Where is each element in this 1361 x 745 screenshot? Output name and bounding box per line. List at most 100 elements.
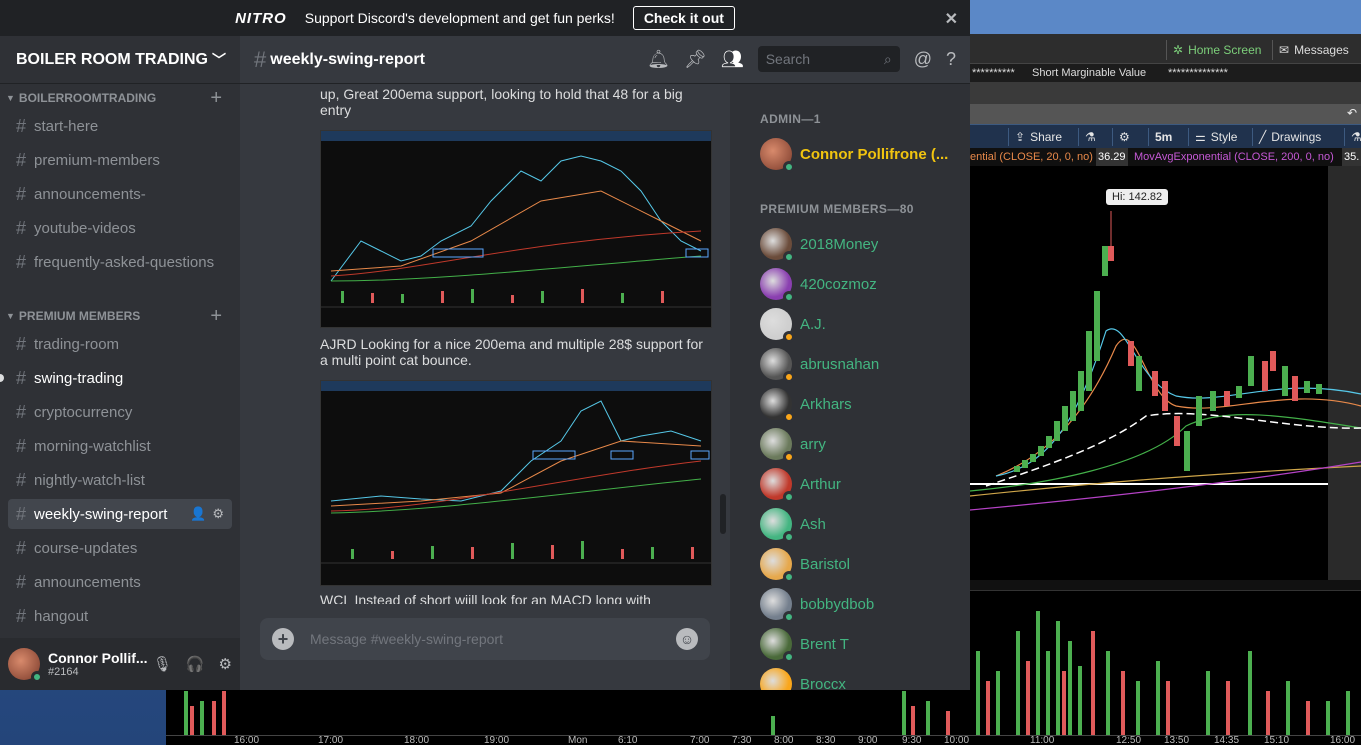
member-item[interactable]: Arkhars bbox=[760, 384, 960, 424]
channel-title: weekly-swing-report bbox=[270, 50, 425, 68]
channel-label: announcements- bbox=[34, 185, 146, 203]
share-button[interactable]: ⇪ Share bbox=[1008, 128, 1068, 146]
time-tick: Mon bbox=[568, 735, 588, 745]
channel-header: # weekly-swing-report 🔔︎ 📌︎ 👥︎ Search ⌕ … bbox=[240, 36, 970, 84]
user-info[interactable]: Connor Pollif... #2164 bbox=[48, 650, 148, 678]
member-item[interactable]: Baristol bbox=[760, 544, 960, 584]
member-name: 420cozmoz bbox=[800, 275, 877, 293]
channel-trading-room[interactable]: # trading-room bbox=[8, 329, 232, 359]
member-item[interactable]: Connor Pollifrone (... bbox=[760, 134, 960, 174]
flask-button-2[interactable]: ⚗ bbox=[1344, 128, 1361, 146]
nitro-banner: NITRO Support Discord's development and … bbox=[0, 0, 970, 36]
channel-announcements-[interactable]: # announcements- bbox=[8, 179, 232, 209]
status-icon bbox=[783, 411, 795, 423]
desktop: { "nitro": {"logo": "NITRO", "text": "Su… bbox=[0, 0, 1361, 745]
style-button[interactable]: ⚌ Style bbox=[1188, 128, 1243, 146]
close-icon[interactable]: ✕ bbox=[945, 9, 958, 29]
channel-morning-watchlist[interactable]: # morning-watchlist bbox=[8, 431, 232, 461]
channel-youtube-videos[interactable]: # youtube-videos bbox=[8, 213, 232, 243]
status-icon bbox=[783, 491, 795, 503]
add-channel-icon[interactable]: + bbox=[210, 306, 222, 326]
mention-icon[interactable]: @ bbox=[914, 49, 932, 70]
style-icon: ⚌ bbox=[1195, 130, 1206, 144]
chart-screenshot-attachment[interactable] bbox=[320, 380, 712, 586]
undo-icon[interactable]: ↶ bbox=[1347, 106, 1357, 120]
member-item[interactable]: bobbydbob bbox=[760, 584, 960, 624]
bell-icon[interactable]: 🔔︎ bbox=[647, 49, 670, 70]
gear-icon[interactable]: ⚙ bbox=[212, 506, 224, 522]
member-item[interactable]: Brent T bbox=[760, 624, 960, 664]
member-item[interactable]: 2018Money bbox=[760, 224, 960, 264]
emoji-icon[interactable]: ☺ bbox=[676, 628, 698, 650]
hash-icon: # bbox=[16, 251, 27, 272]
member-category-admin: ADMIN—1 bbox=[760, 112, 821, 126]
scrollbar-thumb[interactable] bbox=[720, 494, 726, 534]
account-value-masked: ********** bbox=[972, 67, 1015, 79]
flask-icon: ⚗ bbox=[1351, 130, 1361, 144]
mute-microphone-icon[interactable]: 🎙 bbox=[153, 655, 172, 673]
channel-nightly-watch-list[interactable]: # nightly-watch-list bbox=[8, 465, 232, 495]
member-item[interactable]: Ash bbox=[760, 504, 960, 544]
status-icon bbox=[783, 651, 795, 663]
time-tick: 10:00 bbox=[944, 735, 970, 745]
category-label: PREMIUM MEMBERS bbox=[18, 309, 141, 323]
member-item[interactable]: abrusnahan bbox=[760, 344, 960, 384]
category-boilerroomtrading[interactable]: ▼ BOILERROOMTRADING + bbox=[6, 88, 234, 108]
message-input[interactable] bbox=[310, 631, 676, 647]
upload-plus-icon[interactable]: + bbox=[272, 628, 294, 650]
time-tick: 16:00 bbox=[234, 735, 260, 745]
member-item[interactable]: A.J. bbox=[760, 304, 960, 344]
gear-icon: ⚙ bbox=[1119, 130, 1130, 144]
channel-announcements[interactable]: # announcements bbox=[8, 567, 232, 597]
time-tick: 17:00 bbox=[318, 735, 344, 745]
headphones-icon[interactable]: 🎧 bbox=[186, 655, 205, 673]
channel-swing-trading[interactable]: # swing-trading bbox=[0, 363, 232, 393]
members-icon[interactable]: 👥︎ bbox=[721, 49, 744, 70]
time-tick: 14:35 bbox=[1214, 735, 1240, 745]
channel-weekly-swing-report[interactable]: # weekly-swing-report 👤 ⚙ bbox=[8, 499, 232, 529]
drawings-button[interactable]: ╱ Drawings bbox=[1252, 128, 1327, 146]
channel-premium-members[interactable]: # premium-members bbox=[8, 145, 232, 175]
flask-button[interactable]: ⚗ bbox=[1078, 128, 1102, 146]
hash-icon: # bbox=[16, 217, 27, 238]
channel-frequently-asked-questions[interactable]: # frequently-asked-questions bbox=[8, 247, 232, 277]
channel-hangout[interactable]: # hangout bbox=[8, 601, 232, 631]
search-input[interactable]: Search ⌕ bbox=[757, 46, 900, 72]
check-it-out-button[interactable]: Check it out bbox=[632, 6, 735, 30]
member-item[interactable]: Broccx bbox=[760, 664, 960, 690]
server-header[interactable]: BOILER ROOM TRADING ﹀ bbox=[0, 36, 240, 84]
member-item[interactable]: arry bbox=[760, 424, 960, 464]
high-price-label: Hi: 142.82 bbox=[1106, 189, 1169, 205]
settings-button[interactable]: ⚙ bbox=[1112, 128, 1136, 146]
pin-icon[interactable]: 📌︎ bbox=[684, 49, 707, 70]
message-composer: + ☺ bbox=[260, 618, 710, 660]
add-channel-icon[interactable]: + bbox=[210, 88, 222, 108]
member-category-premium: PREMIUM MEMBERS—80 bbox=[760, 202, 914, 216]
chart-screenshot-attachment[interactable] bbox=[320, 130, 712, 328]
lock-hash-icon: # bbox=[16, 435, 27, 456]
channel-start-here[interactable]: # start-here bbox=[8, 111, 232, 141]
member-item[interactable]: 420cozmoz bbox=[760, 264, 960, 304]
interval-select[interactable]: 5m bbox=[1148, 128, 1178, 146]
channel-label: premium-members bbox=[34, 151, 160, 169]
channel-course-updates[interactable]: # course-updates bbox=[8, 533, 232, 563]
channel-label: youtube-videos bbox=[34, 219, 136, 237]
member-item[interactable]: Arthur bbox=[760, 464, 960, 504]
message-scrollbar[interactable] bbox=[718, 84, 728, 604]
invite-icon[interactable]: 👤 bbox=[190, 506, 206, 522]
messages-button[interactable]: ✉ Messages bbox=[1272, 40, 1355, 60]
member-name: arry bbox=[800, 435, 826, 453]
time-tick: 11:00 bbox=[1030, 735, 1055, 745]
message-list: up, Great 200ema support, looking to hol… bbox=[240, 84, 730, 604]
channel-cryptocurrency[interactable]: # cryptocurrency bbox=[8, 397, 232, 427]
short-marginable-value: ************** bbox=[1168, 67, 1228, 79]
nitro-logo: NITRO bbox=[235, 9, 287, 27]
home-screen-button[interactable]: ✲ Home Screen bbox=[1166, 40, 1267, 60]
help-icon[interactable]: ? bbox=[946, 49, 956, 70]
lock-hash-icon: # bbox=[16, 333, 27, 354]
drawings-label: Drawings bbox=[1271, 130, 1322, 144]
gear-icon[interactable]: ⚙ bbox=[219, 655, 232, 673]
category-premium-members[interactable]: ▼ PREMIUM MEMBERS + bbox=[6, 306, 234, 326]
avatar[interactable] bbox=[8, 648, 43, 683]
status-icon bbox=[783, 371, 795, 383]
